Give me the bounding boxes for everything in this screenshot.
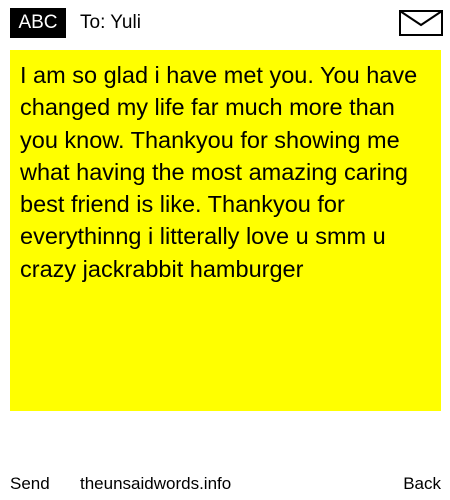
message-screen: ABC To: Yuli I am so glad i have met you…: [0, 0, 450, 500]
envelope-icon[interactable]: [399, 10, 443, 36]
input-mode-badge[interactable]: ABC: [10, 8, 66, 38]
back-button[interactable]: Back: [403, 473, 441, 495]
recipient-label: To: Yuli: [80, 12, 141, 33]
send-button[interactable]: Send: [10, 473, 50, 495]
message-body[interactable]: I am so glad i have met you. You have ch…: [10, 50, 441, 411]
site-link[interactable]: theunsaidwords.info: [80, 473, 231, 495]
message-text: I am so glad i have met you. You have ch…: [20, 62, 418, 282]
